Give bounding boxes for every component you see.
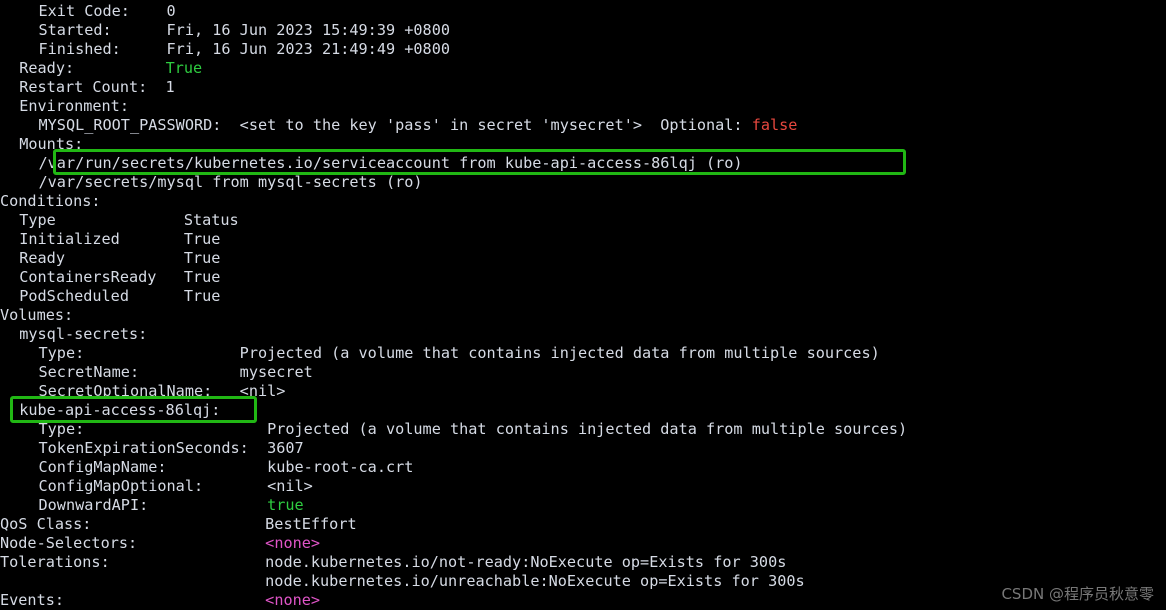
terminal-text-segment: TokenExpirationSeconds: 3607 <box>38 439 304 457</box>
terminal-line: Initialized True <box>19 230 220 249</box>
terminal-text-segment: Volumes: <box>0 306 74 324</box>
terminal-text-segment: Mounts: <box>19 135 84 153</box>
terminal-line: PodScheduled True <box>19 287 220 306</box>
terminal-line: Ready: True <box>19 59 202 78</box>
terminal-line: Finished: Fri, 16 Jun 2023 21:49:49 +080… <box>39 40 450 59</box>
terminal-line: /var/run/secrets/kubernetes.io/serviceac… <box>39 154 743 173</box>
terminal-text-segment: /var/secrets/mysql from mysql-secrets (r… <box>38 173 423 191</box>
terminal-line: MYSQL_ROOT_PASSWORD: <set to the key 'pa… <box>39 116 798 135</box>
terminal-text-segment: MYSQL_ROOT_PASSWORD: <set to the key 'pa… <box>38 116 752 134</box>
terminal-text-segment: false <box>751 116 798 134</box>
terminal-line: Conditions: <box>0 192 101 211</box>
terminal-text-segment: QoS Class: BestEffort <box>0 515 357 533</box>
terminal-line: ConfigMapName: kube-root-ca.crt <box>39 458 414 477</box>
terminal-text-segment: <none> <box>265 534 321 552</box>
terminal-text-segment: Tolerations: node.kubernetes.io/not-read… <box>0 553 787 571</box>
terminal-line: node.kubernetes.io/unreachable:NoExecute… <box>0 572 805 591</box>
terminal-output[interactable]: Exit Code: 0 Started: Fri, 16 Jun 2023 15… <box>0 0 1166 610</box>
terminal-text-segment: Exit Code: 0 <box>38 2 176 20</box>
terminal-line: SecretOptionalName: <nil> <box>39 382 286 401</box>
terminal-line: /var/secrets/mysql from mysql-secrets (r… <box>39 173 423 192</box>
terminal-text-segment: ContainersReady True <box>19 268 221 286</box>
terminal-text-segment: Node-Selectors: <box>0 534 266 552</box>
terminal-line: Type: Projected (a volume that contains … <box>39 420 908 439</box>
terminal-line: SecretName: mysecret <box>39 363 313 382</box>
terminal-line: Node-Selectors: <none> <box>0 534 320 553</box>
terminal-line: Tolerations: node.kubernetes.io/not-read… <box>0 553 786 572</box>
terminal-text-segment: Environment: <box>19 97 129 115</box>
terminal-text-segment: SecretOptionalName: <nil> <box>38 382 286 400</box>
terminal-line: ContainersReady True <box>19 268 220 287</box>
terminal-text-segment: Events: <box>0 591 266 609</box>
terminal-text-segment: Type: Projected (a volume that contains … <box>38 420 908 438</box>
terminal-line: DownwardAPI: true <box>39 496 304 515</box>
terminal-line: QoS Class: BestEffort <box>0 515 357 534</box>
terminal-text-segment: Conditions: <box>0 192 101 210</box>
terminal-text-segment: <none> <box>265 591 321 609</box>
terminal-line: Type: Projected (a volume that contains … <box>39 344 880 363</box>
terminal-line: kube-api-access-86lqj: <box>19 401 220 420</box>
terminal-line: Exit Code: 0 <box>39 2 176 21</box>
terminal-text-segment: Type Status <box>19 211 239 229</box>
terminal-text-segment: ConfigMapOptional: <nil> <box>38 477 313 495</box>
terminal-line: Environment: <box>19 97 129 116</box>
terminal-text-segment: DownwardAPI: <box>38 496 268 514</box>
terminal-text-segment: Type: Projected (a volume that contains … <box>38 344 880 362</box>
terminal-text-segment: Started: Fri, 16 Jun 2023 15:49:39 +0800 <box>38 21 450 39</box>
terminal-text-segment: Ready: <box>19 59 166 77</box>
terminal-line: TokenExpirationSeconds: 3607 <box>39 439 304 458</box>
terminal-line: Mounts: <box>19 135 83 154</box>
terminal-line: Restart Count: 1 <box>19 78 174 97</box>
terminal-text-segment: True <box>165 59 203 77</box>
terminal-text-segment: /var/run/secrets/kubernetes.io/serviceac… <box>38 154 743 172</box>
terminal-line: Volumes: <box>0 306 73 325</box>
terminal-line: ConfigMapOptional: <nil> <box>39 477 313 496</box>
terminal-line: Events: <none> <box>0 591 320 610</box>
terminal-line: mysql-secrets: <box>19 325 147 344</box>
terminal-text-segment: PodScheduled True <box>19 287 221 305</box>
terminal-text-segment: Initialized True <box>19 230 221 248</box>
terminal-text-segment: mysql-secrets: <box>19 325 148 343</box>
terminal-text-segment: SecretName: mysecret <box>38 363 313 381</box>
terminal-text-segment: Ready True <box>19 249 221 267</box>
terminal-line: Ready True <box>19 249 220 268</box>
terminal-line: Started: Fri, 16 Jun 2023 15:49:39 +0800 <box>39 21 450 40</box>
terminal-line: Type Status <box>19 211 238 230</box>
csdn-watermark: CSDN @程序员秋意零 <box>1001 585 1154 603</box>
terminal-text-segment: ConfigMapName: kube-root-ca.crt <box>38 458 414 476</box>
terminal-text-segment: node.kubernetes.io/unreachable:NoExecute… <box>0 572 805 590</box>
terminal-text-segment: Finished: Fri, 16 Jun 2023 21:49:49 +080… <box>38 40 450 58</box>
terminal-text-segment: kube-api-access-86lqj: <box>19 401 221 419</box>
terminal-text-segment: true <box>267 496 304 514</box>
terminal-text-segment: Restart Count: 1 <box>19 78 175 96</box>
